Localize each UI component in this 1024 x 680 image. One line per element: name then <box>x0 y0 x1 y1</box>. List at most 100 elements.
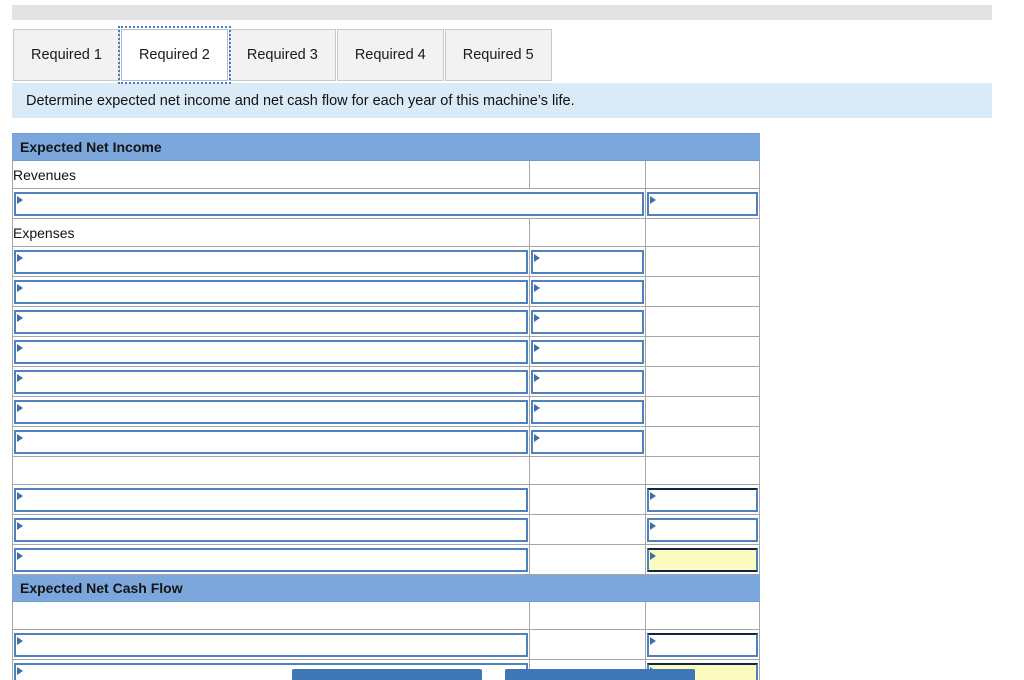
worksheet-row <box>12 396 761 427</box>
empty-cell-right <box>644 456 761 485</box>
account-name-cell <box>12 426 530 457</box>
empty-cell <box>12 456 530 485</box>
account-name-input[interactable] <box>14 517 528 542</box>
section-header-row: Expected Net Income <box>12 133 760 161</box>
accounting-worksheet: Expected Net Income Revenues Expenses Expec… <box>12 133 761 680</box>
amount-cell-middle <box>528 336 646 367</box>
empty-cell-right <box>644 336 761 367</box>
amount-input-right[interactable] <box>646 191 758 216</box>
account-name-cell <box>12 336 530 367</box>
empty-cell-middle <box>528 160 646 189</box>
account-name-input[interactable] <box>14 309 528 334</box>
worksheet-row <box>12 366 761 397</box>
account-name-input[interactable] <box>14 547 528 572</box>
account-name-cell <box>12 544 530 575</box>
empty-cell-right <box>644 160 761 189</box>
next-required-button[interactable] <box>505 669 695 680</box>
section-header-label: Expected Net Income <box>12 133 760 161</box>
worksheet-row <box>12 276 761 307</box>
empty-cell-middle <box>528 484 646 515</box>
account-name-cell <box>12 366 530 397</box>
account-name-input[interactable] <box>14 429 528 454</box>
account-name-cell <box>12 188 646 219</box>
worksheet-row <box>12 246 761 277</box>
account-name-cell <box>12 276 530 307</box>
worksheet-row <box>12 629 761 660</box>
tab-required-1[interactable]: Required 1 <box>13 29 120 81</box>
amount-input-middle[interactable] <box>530 279 644 304</box>
top-toolbar-strip <box>12 5 992 20</box>
tab-required-4[interactable]: Required 4 <box>336 29 444 81</box>
amount-cell-right <box>644 629 761 660</box>
worksheet-row: Revenues <box>12 160 761 189</box>
amount-input-middle[interactable] <box>530 309 644 334</box>
empty-cell-right <box>644 218 761 247</box>
worksheet-row: Expenses <box>12 218 761 247</box>
amount-cell-right <box>644 514 761 545</box>
account-name-input[interactable] <box>14 249 528 274</box>
row-label: Expenses <box>12 218 530 247</box>
account-name-cell <box>12 306 530 337</box>
empty-cell-middle <box>528 514 646 545</box>
account-name-cell <box>12 246 530 277</box>
empty-cell-right <box>644 601 761 630</box>
instruction-banner: Determine expected net income and net ca… <box>12 83 992 118</box>
worksheet-row <box>12 336 761 367</box>
amount-input-middle[interactable] <box>530 249 644 274</box>
row-label: Revenues <box>12 160 530 189</box>
account-name-cell <box>12 484 530 515</box>
account-name-cell <box>12 514 530 545</box>
worksheet-row <box>12 188 761 219</box>
total-amount-input[interactable] <box>646 547 758 572</box>
worksheet-row <box>12 484 761 515</box>
amount-cell-right <box>644 544 761 575</box>
empty-cell-right <box>644 396 761 427</box>
worksheet-row <box>12 306 761 337</box>
amount-cell-middle <box>528 306 646 337</box>
amount-cell-right <box>644 188 761 219</box>
section-header-label: Expected Net Cash Flow <box>12 574 760 602</box>
empty-cell-right <box>644 276 761 307</box>
subtotal-amount-input[interactable] <box>646 632 758 657</box>
worksheet-row <box>12 601 761 630</box>
amount-input-right[interactable] <box>646 517 758 542</box>
section-header-row: Expected Net Cash Flow <box>12 574 760 602</box>
empty-cell-right <box>644 306 761 337</box>
worksheet-page: Required 1 Required 2 Required 3 Required 4… <box>0 0 1024 680</box>
amount-cell-middle <box>528 426 646 457</box>
empty-cell-middle <box>528 456 646 485</box>
account-name-cell <box>12 629 530 660</box>
previous-required-button[interactable] <box>292 669 482 680</box>
empty-cell-middle <box>528 218 646 247</box>
tab-required-2[interactable]: Required 2 <box>117 26 231 84</box>
account-name-cell <box>12 396 530 427</box>
tab-required-3[interactable]: Required 3 <box>228 29 336 81</box>
subtotal-amount-input[interactable] <box>646 487 758 512</box>
amount-cell-middle <box>528 396 646 427</box>
amount-input-middle[interactable] <box>530 339 644 364</box>
amount-cell-middle <box>528 366 646 397</box>
empty-cell-right <box>644 426 761 457</box>
empty-cell-right <box>644 366 761 397</box>
worksheet-row <box>12 514 761 545</box>
account-name-input[interactable] <box>14 369 528 394</box>
account-name-input[interactable] <box>14 279 528 304</box>
amount-cell-middle <box>528 276 646 307</box>
amount-input-middle[interactable] <box>530 369 644 394</box>
account-name-input[interactable] <box>14 632 528 657</box>
account-name-input[interactable] <box>14 191 644 216</box>
tab-required-5[interactable]: Required 5 <box>444 29 552 81</box>
account-name-input[interactable] <box>14 487 528 512</box>
amount-input-middle[interactable] <box>530 399 644 424</box>
account-name-input[interactable] <box>14 399 528 424</box>
worksheet-row <box>12 426 761 457</box>
worksheet-row <box>12 544 761 575</box>
account-name-input[interactable] <box>14 339 528 364</box>
amount-input-middle[interactable] <box>530 429 644 454</box>
amount-cell-middle <box>528 246 646 277</box>
instruction-text: Determine expected net income and net ca… <box>26 92 575 109</box>
empty-cell-middle <box>528 629 646 660</box>
worksheet-row <box>12 456 761 485</box>
required-tabs: Required 1 Required 2 Required 3 Required 4… <box>13 26 553 84</box>
empty-cell-right <box>644 246 761 277</box>
